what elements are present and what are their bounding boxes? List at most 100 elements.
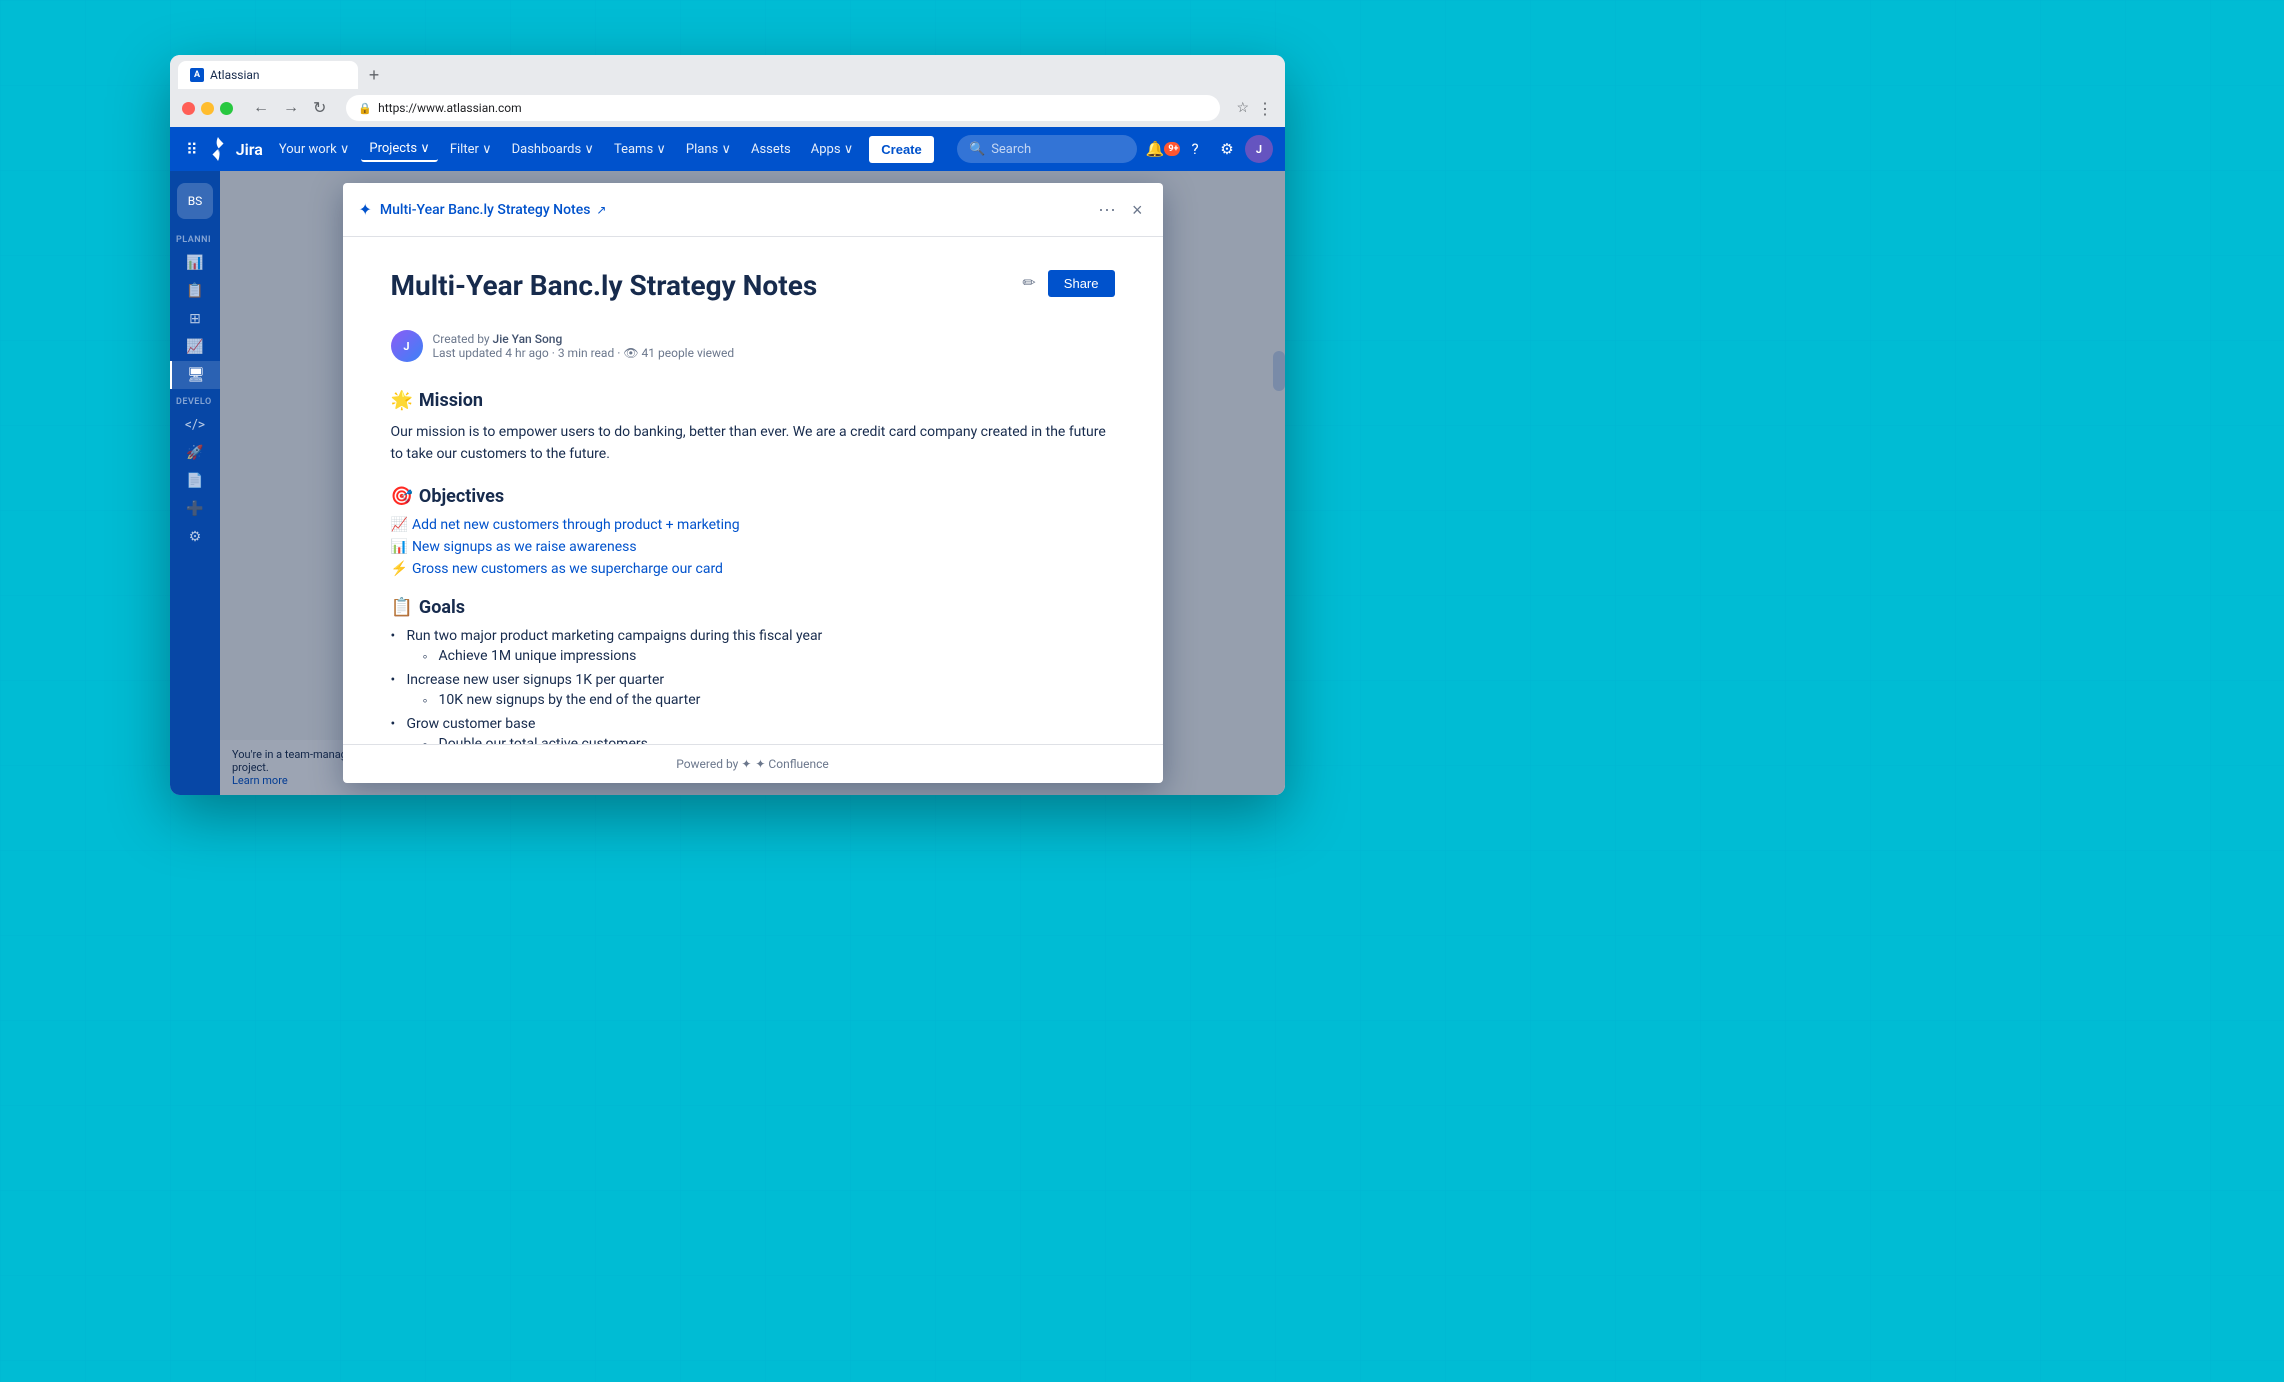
lock-icon: 🔒 [358, 102, 372, 115]
back-button[interactable]: ← [249, 97, 273, 119]
goals-sublist-3: Double our total active customers [423, 736, 1115, 744]
document-title: Multi-Year Banc.ly Strategy Notes [391, 269, 818, 302]
document-meta: J Created by Jie Yan Song Last updated 4… [391, 330, 1115, 362]
goals-emoji: 📋 [391, 597, 413, 618]
sidebar-item-reports[interactable]: 📈 [170, 333, 220, 361]
objective-link-1[interactable]: 📈 Add net new customers through product … [391, 517, 1115, 533]
tab-title: Atlassian [210, 68, 260, 82]
search-bar[interactable]: 🔍 Search [957, 135, 1137, 163]
goals-sublist-2: 10K new signups by the end of the quarte… [423, 692, 1115, 708]
close-button[interactable] [182, 102, 195, 115]
document-meta-details: Last updated 4 hr ago · 3 min read · 👁 4… [433, 346, 735, 360]
sidebar-item-board[interactable]: ⊞ [170, 305, 220, 333]
help-button[interactable]: ? [1181, 135, 1209, 163]
nav-apps[interactable]: Apps ∨ [803, 138, 862, 161]
list-item: ⚡ Gross new customers as we supercharge … [391, 561, 1115, 577]
objective-link-2[interactable]: 📊 New signups as we raise awareness [391, 539, 1115, 555]
bookmark-icon[interactable]: ☆ [1236, 100, 1249, 116]
develop-section-label: DEVELO [170, 389, 220, 411]
forward-button[interactable]: → [279, 97, 303, 119]
modal-title-link[interactable]: Multi-Year Banc.ly Strategy Notes ↗ [380, 202, 607, 218]
sidebar-item-code[interactable]: </> [170, 411, 220, 439]
refresh-button[interactable]: ↻ [309, 96, 330, 120]
jira-logo[interactable]: Jira [206, 137, 263, 161]
modal-title-text: Multi-Year Banc.ly Strategy Notes [380, 202, 591, 218]
sidebar-item-add[interactable]: ➕ [170, 495, 220, 523]
planning-section-label: PLANNI [170, 227, 220, 249]
sidebar-item-roadmap[interactable]: 📊 [170, 249, 220, 277]
nav-teams[interactable]: Teams ∨ [606, 138, 674, 161]
address-bar[interactable]: 🔒 https://www.atlassian.com [346, 95, 1220, 121]
project-logo[interactable]: BS [177, 183, 213, 219]
settings-button[interactable]: ⚙ [1213, 135, 1241, 163]
menu-icon[interactable]: ⋮ [1257, 99, 1273, 118]
search-placeholder: Search [991, 142, 1031, 157]
minimize-button[interactable] [201, 102, 214, 115]
mission-text: Our mission is to empower users to do ba… [391, 421, 1115, 466]
share-button[interactable]: Share [1048, 270, 1115, 297]
more-options-button[interactable]: ··· [1094, 195, 1120, 224]
modal-header-actions: ··· × [1094, 195, 1147, 224]
confluence-icon-footer: ✦ [741, 757, 751, 771]
author-label: Created by Jie Yan Song [433, 332, 735, 346]
objectives-emoji: 🎯 [391, 486, 413, 507]
grid-icon[interactable]: ⠿ [182, 136, 202, 163]
modal-footer: Powered by ✦ ✦ Confluence [343, 744, 1163, 783]
list-item: Increase new user signups 1K per quarter… [391, 672, 1115, 708]
objectives-list: 📈 Add net new customers through product … [391, 517, 1115, 577]
new-tab-button[interactable]: + [360, 61, 388, 89]
nav-icons: 🔔 9+ ? ⚙ J [1149, 135, 1273, 163]
main-content: BS PLANNI 📊 📋 ⊞ 📈 🖥 DEVELO </> 🚀 📄 ➕ ⚙ [170, 171, 1285, 795]
external-link-icon: ↗ [596, 203, 606, 217]
mission-heading: 🌟 Mission [391, 390, 1115, 411]
objective-text-3: Gross new customers as we supercharge ou… [412, 561, 723, 577]
nav-projects[interactable]: Projects ∨ [361, 137, 437, 162]
document-modal: ✦ Multi-Year Banc.ly Strategy Notes ↗ ··… [343, 183, 1163, 783]
goals-list: Run two major product marketing campaign… [391, 628, 1115, 744]
sidebar-item-project-settings[interactable]: ⚙ [170, 523, 220, 551]
sidebar: BS PLANNI 📊 📋 ⊞ 📈 🖥 DEVELO </> 🚀 📄 ➕ ⚙ [170, 171, 220, 795]
jira-logo-text: Jira [236, 140, 263, 159]
search-icon: 🔍 [969, 142, 985, 157]
sidebar-item-releases[interactable]: 🚀 [170, 439, 220, 467]
top-navigation: ⠿ Jira Your work ∨ Projects ∨ Filter ∨ D… [170, 127, 1285, 171]
objective-emoji-1: 📈 [391, 517, 408, 533]
document-actions: ✏ Share [1018, 269, 1114, 297]
maximize-button[interactable] [220, 102, 233, 115]
objective-link-3[interactable]: ⚡ Gross new customers as we supercharge … [391, 561, 1115, 577]
browser-navigation: ← → ↻ [249, 96, 330, 120]
goals-heading: 📋 Goals [391, 597, 1115, 618]
goal-text-3: Grow customer base [407, 716, 536, 732]
modal-header: ✦ Multi-Year Banc.ly Strategy Notes ↗ ··… [343, 183, 1163, 237]
confluence-icon: ✦ [359, 200, 372, 219]
objectives-heading: 🎯 Objectives [391, 486, 1115, 507]
objective-emoji-2: 📊 [391, 539, 408, 555]
close-modal-button[interactable]: × [1128, 197, 1147, 223]
notification-badge: 9+ [1164, 142, 1180, 156]
user-avatar[interactable]: J [1245, 135, 1273, 163]
list-item: 10K new signups by the end of the quarte… [423, 692, 1115, 708]
content-panel: ✦ Multi-Year Banc.ly Strategy Notes ↗ ··… [220, 171, 1285, 795]
nav-filter[interactable]: Filter ∨ [442, 138, 500, 161]
sidebar-item-pages[interactable]: 📄 [170, 467, 220, 495]
list-item: Grow customer base Double our total acti… [391, 716, 1115, 744]
sidebar-item-issues[interactable]: 🖥 [170, 361, 220, 389]
edit-button[interactable]: ✏ [1018, 269, 1039, 297]
objective-text-1: Add net new customers through product + … [412, 517, 740, 533]
list-item: 📈 Add net new customers through product … [391, 517, 1115, 533]
nav-assets[interactable]: Assets [743, 138, 799, 161]
modal-body: Multi-Year Banc.ly Strategy Notes ✏ Shar… [343, 237, 1163, 744]
nav-plans[interactable]: Plans ∨ [678, 138, 739, 161]
mission-emoji: 🌟 [391, 390, 413, 411]
modal-overlay[interactable]: ✦ Multi-Year Banc.ly Strategy Notes ↗ ··… [220, 171, 1285, 795]
browser-tab[interactable]: A Atlassian [178, 61, 358, 89]
list-item: Run two major product marketing campaign… [391, 628, 1115, 664]
sidebar-item-backlog[interactable]: 📋 [170, 277, 220, 305]
nav-your-work[interactable]: Your work ∨ [271, 138, 358, 161]
goal-text-2: Increase new user signups 1K per quarter [407, 672, 665, 688]
nav-dashboards[interactable]: Dashboards ∨ [504, 138, 602, 161]
create-button[interactable]: Create [869, 136, 933, 163]
notifications-button[interactable]: 🔔 9+ [1149, 135, 1177, 163]
list-item: Achieve 1M unique impressions [423, 648, 1115, 664]
objective-text-2: New signups as we raise awareness [412, 539, 637, 555]
